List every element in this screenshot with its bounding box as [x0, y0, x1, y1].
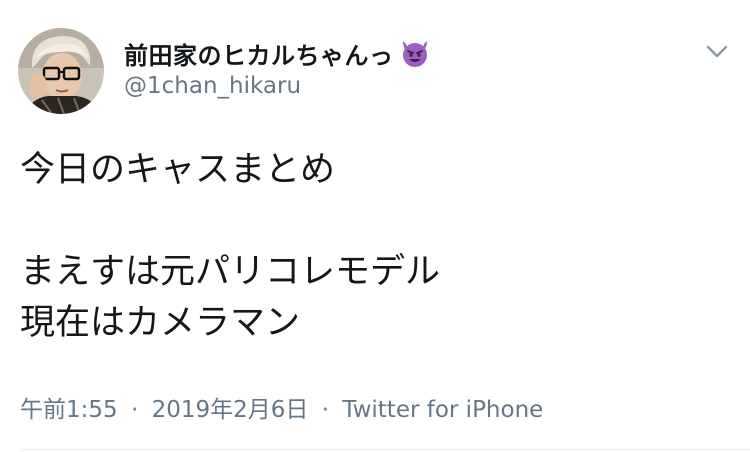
display-name-row[interactable]: 前田家のヒカルちゃんっ — [124, 36, 430, 70]
meta-separator: · — [130, 397, 139, 423]
more-options-button[interactable] — [703, 37, 731, 65]
tweet-text: 今日のキャスまとめ まえすは元パリコレモデル 現在はカメラマン — [20, 145, 730, 349]
tweet-meta: 午前1:55 · 2019年2月6日 · Twitter for iPhone — [20, 390, 543, 424]
smiling-devil-icon — [400, 38, 430, 68]
tweet-time[interactable]: 午前1:55 — [20, 397, 118, 423]
tweet-line: 今日のキャスまとめ — [20, 150, 336, 190]
chevron-down-icon — [706, 45, 728, 58]
tweet-date[interactable]: 2019年2月6日 — [152, 397, 309, 423]
user-handle[interactable]: @1chan_hikaru — [124, 73, 301, 99]
tweet-line: まえすは元パリコレモデル — [20, 252, 441, 292]
tweet-source-link[interactable]: Twitter for iPhone — [342, 397, 543, 423]
display-name[interactable]: 前田家のヒカルちゃんっ — [124, 36, 394, 71]
meta-separator: · — [321, 397, 330, 423]
avatar-image — [18, 28, 104, 114]
divider — [20, 449, 750, 450]
tweet-line: 現在はカメラマン — [20, 303, 301, 343]
avatar[interactable] — [18, 28, 104, 114]
